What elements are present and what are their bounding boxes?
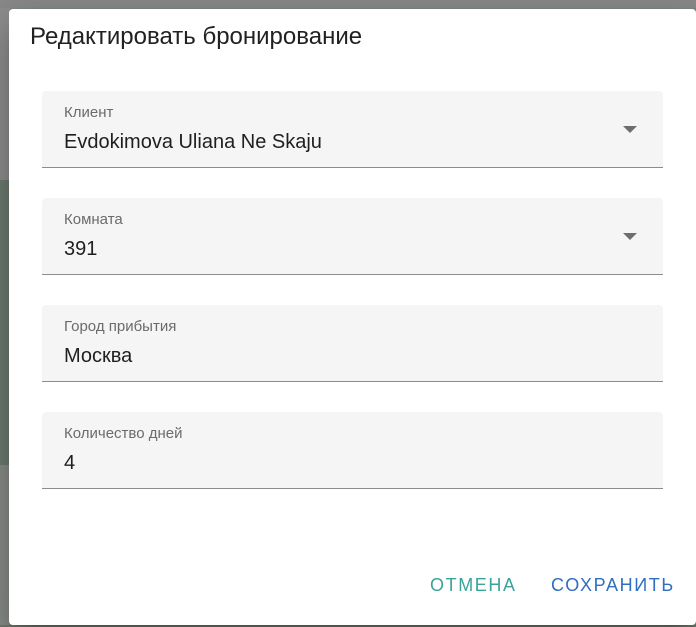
room-select[interactable]: Комната 391 [42,198,663,275]
days-count-label: Количество дней [64,425,183,442]
chevron-down-icon[interactable] [623,126,637,133]
dialog-title: Редактировать бронирование [30,23,363,50]
room-label: Комната [64,211,123,228]
cancel-button[interactable]: ОТМЕНА [430,575,517,596]
days-count-field[interactable]: Количество дней 4 [42,412,663,489]
client-value: Evdokimova Uliana Ne Skaju [64,131,322,153]
client-label: Клиент [64,104,114,121]
arrival-city-field[interactable]: Город прибытия Москва [42,305,663,382]
backdrop[interactable] [0,0,696,8]
save-button[interactable]: СОХРАНИТЬ [551,575,675,596]
days-count-input[interactable]: 4 [64,452,75,475]
edit-booking-dialog: Редактировать бронирование Клиент Evdoki… [9,9,696,625]
arrival-city-input[interactable]: Москва [64,345,132,368]
room-value: 391 [64,238,98,260]
client-select[interactable]: Клиент Evdokimova Uliana Ne Skaju [42,91,663,168]
chevron-down-icon[interactable] [623,233,637,240]
arrival-city-label: Город прибытия [64,318,177,335]
